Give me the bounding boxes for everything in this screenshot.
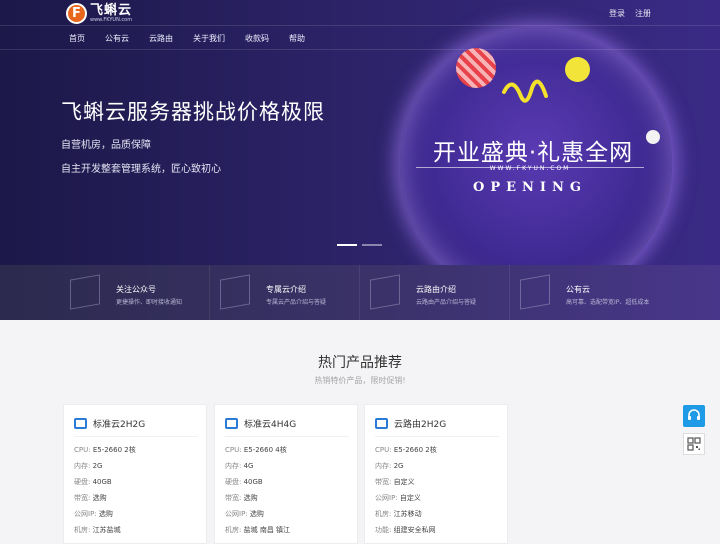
cloud-icon bbox=[520, 274, 550, 310]
router-icon bbox=[370, 274, 400, 310]
card-title: 标准云4H4G bbox=[244, 420, 297, 430]
router-icon bbox=[375, 418, 388, 429]
wechat-box-icon bbox=[70, 274, 100, 310]
hero-banner: F 飞蝌云 www.FKYUN.com 登录 注册 首页 公有云 云路由 关于我… bbox=[0, 0, 720, 265]
nav-public-cloud[interactable]: 公有云 bbox=[105, 33, 129, 44]
section-title: 热门产品推荐 bbox=[318, 355, 402, 371]
side-toolbar bbox=[683, 405, 705, 455]
feature-dedicated-cloud[interactable]: 专属云介绍 专属云产品介绍与答疑 bbox=[210, 265, 360, 320]
feature-cloud-router[interactable]: 云路由介绍 云路由产品介绍与答疑 bbox=[360, 265, 510, 320]
ribbon-graphic bbox=[502, 79, 548, 103]
product-card[interactable]: 云路由2H2G CPU: E5-2660 2核 内存: 2G 带宽: 自定义 公… bbox=[364, 404, 508, 544]
carousel-indicators bbox=[337, 244, 382, 246]
card-title: 标准云2H2G bbox=[93, 420, 146, 430]
nav-cloud-router[interactable]: 云路由 bbox=[149, 33, 173, 44]
yellow-ball bbox=[565, 57, 590, 82]
product-card[interactable]: 标准云4H4G CPU: E5-2660 4核 内存: 4G 硬盘: 40GB … bbox=[214, 404, 358, 544]
top-bar: F 飞蝌云 www.FKYUN.com 登录 注册 bbox=[0, 0, 720, 26]
section-subtitle: 热销特价产品，限时促销! bbox=[314, 376, 406, 385]
carousel-dot-1[interactable] bbox=[337, 244, 357, 246]
card-title: 云路由2H2G bbox=[394, 420, 447, 430]
feature-strip: 关注公众号 更捷操作、即时接收通知 专属云介绍 专属云产品介绍与答疑 云路由介绍… bbox=[0, 265, 720, 320]
product-card[interactable]: 标准云2H2G CPU: E5-2660 2核 内存: 2G 硬盘: 40GB … bbox=[63, 404, 207, 544]
monitor-icon bbox=[225, 418, 238, 429]
nav-help[interactable]: 帮助 bbox=[289, 33, 305, 44]
feature-public-cloud[interactable]: 公有云 高可靠、选配带宽IP、超低成本 bbox=[510, 265, 660, 320]
customer-service-button[interactable] bbox=[683, 405, 705, 427]
monitor-icon bbox=[74, 418, 87, 429]
headset-icon bbox=[688, 409, 700, 420]
logo-url: www.FKYUN.com bbox=[90, 16, 133, 23]
logo[interactable]: F 飞蝌云 www.FKYUN.com bbox=[66, 1, 132, 25]
auth-links: 登录 注册 bbox=[609, 8, 651, 19]
nav-about[interactable]: 关于我们 bbox=[193, 33, 225, 44]
logo-name: 飞蝌云 bbox=[90, 2, 133, 18]
promo-opening: OPENING bbox=[473, 180, 587, 195]
qr-code-icon bbox=[687, 437, 701, 451]
small-ball bbox=[646, 130, 660, 144]
nav-payment-code[interactable]: 收款码 bbox=[245, 33, 269, 44]
hero-line-2: 自主开发整套管理系统，匠心致初心 bbox=[61, 164, 221, 175]
main-nav: 首页 公有云 云路由 关于我们 收款码 帮助 bbox=[0, 26, 720, 50]
striped-ball bbox=[456, 48, 496, 88]
server-icon bbox=[220, 274, 250, 310]
nav-home[interactable]: 首页 bbox=[69, 33, 85, 44]
register-link[interactable]: 注册 bbox=[635, 8, 651, 19]
feature-wechat[interactable]: 关注公众号 更捷操作、即时接收通知 bbox=[60, 265, 210, 320]
promo-title: 开业盛典·礼惠全网 bbox=[432, 140, 634, 166]
logo-icon: F bbox=[66, 2, 87, 24]
login-link[interactable]: 登录 bbox=[609, 8, 625, 19]
promo-url: WWW.FKYUN.COM bbox=[489, 165, 571, 172]
carousel-dot-2[interactable] bbox=[362, 244, 382, 246]
hero-line-1: 自营机房，品质保障 bbox=[61, 140, 151, 151]
hero-title: 飞蝌云服务器挑战价格极限 bbox=[61, 100, 325, 124]
qr-code-button[interactable] bbox=[683, 433, 705, 455]
